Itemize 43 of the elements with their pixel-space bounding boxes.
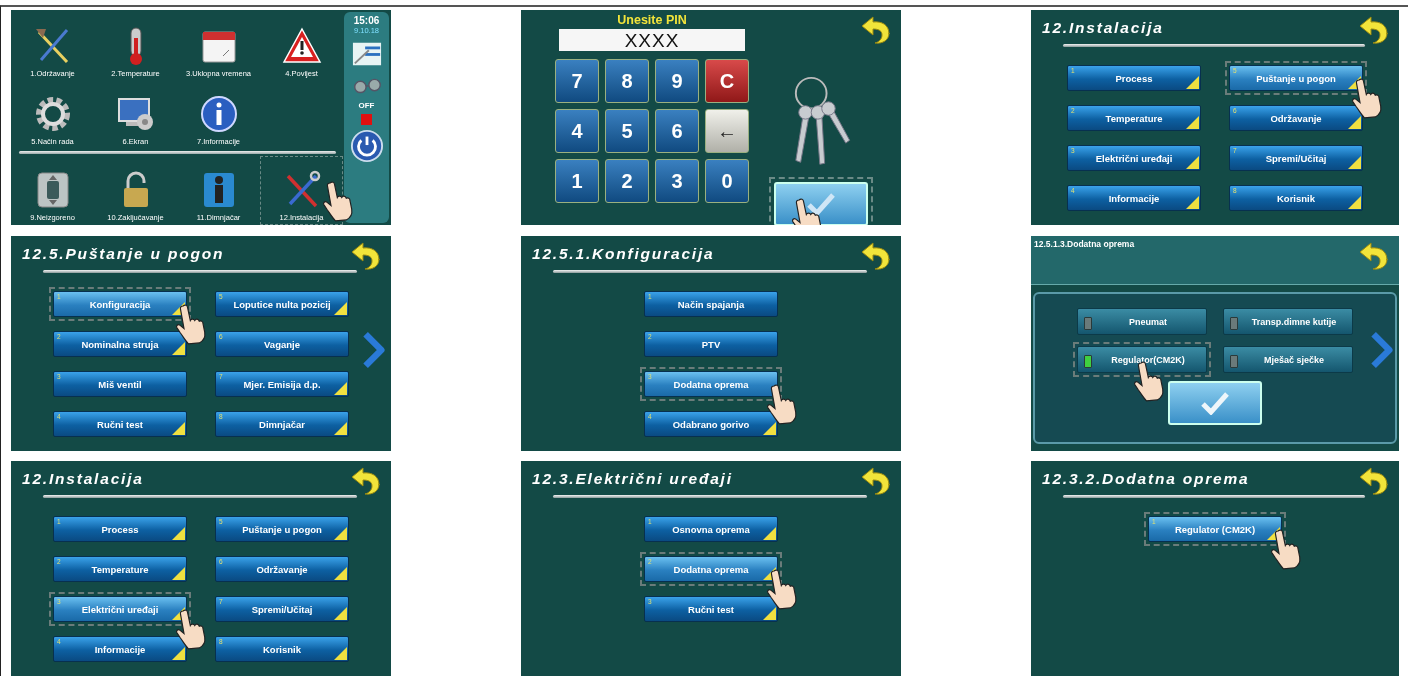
keypad-key[interactable]: 2 [605,159,649,203]
option-button[interactable]: Pneumat [1077,308,1207,335]
power-state: OFF [358,101,375,110]
screen-title: 12.Instalacija [1041,18,1164,37]
screen-title: 12.3.Električni uređaji [531,469,733,488]
screen-title: 12.5.Puštanje u pogon [21,244,225,263]
back-arrow-icon[interactable] [859,466,893,496]
keypad-key[interactable]: C [705,59,749,103]
back-arrow-icon[interactable] [859,15,893,45]
thermometer-icon [128,25,143,66]
pin-title: Unesite PIN [617,13,687,27]
power-button-icon[interactable] [349,129,384,163]
keypad-key[interactable]: 8 [605,59,649,103]
back-arrow-icon[interactable] [1357,15,1391,45]
back-arrow-icon[interactable] [1357,466,1391,496]
option-button[interactable]: Regulator(CM2K) [1077,346,1207,373]
confirm-button[interactable] [1168,381,1262,425]
clock-time: 15:06 [353,15,380,26]
stop-icon [361,114,372,125]
warning-icon [281,25,322,66]
keypad-key[interactable]: 0 [705,159,749,203]
pin-field[interactable]: XXXX [559,29,745,51]
screen-title: 12.5.1.3.Dodatna oprema [1033,238,1136,249]
back-arrow-icon[interactable] [349,241,383,271]
screen-title: 12.Instalacija [21,469,144,488]
keypad-key[interactable]: 3 [655,159,699,203]
keypad-key[interactable]: 4 [555,109,599,153]
option-button[interactable]: Mješač sječke [1223,346,1353,373]
back-arrow-icon[interactable] [1357,241,1391,271]
screen-title: 12.5.1.Konfiguracija [531,244,715,263]
keypad-key[interactable]: 1 [555,159,599,203]
back-arrow-icon[interactable] [859,241,893,271]
keypad-key[interactable]: 6 [655,109,699,153]
info-icon [198,94,239,135]
check-icon [1200,391,1230,415]
keypad-key[interactable]: 7 [555,59,599,103]
keypad-key[interactable]: 9 [655,59,699,103]
option-button[interactable]: Transp.dimne kutije [1223,308,1353,335]
keypad-key[interactable]: ← [705,109,749,153]
check-icon [806,192,836,216]
back-arrow-icon[interactable] [349,466,383,496]
screen-title: 12.3.2.Dodatna oprema [1041,469,1250,488]
keypad-key[interactable]: 5 [605,109,649,153]
